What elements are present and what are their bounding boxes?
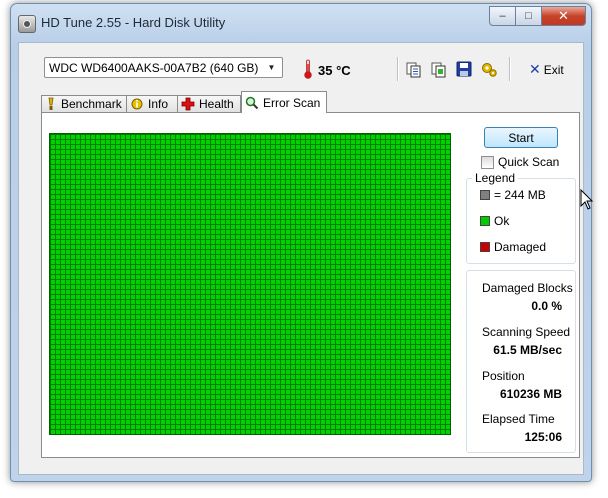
save-icon[interactable] <box>455 60 473 78</box>
scanning-speed-label: Scanning Speed <box>482 325 571 339</box>
damaged-blocks-value: 0.0 % <box>531 299 562 313</box>
legend-item-block-size: = 244 MB <box>480 188 546 202</box>
tab-error-scan[interactable]: Error Scan <box>241 91 327 113</box>
info-icon <box>130 97 144 111</box>
toolbar-separator <box>509 57 511 81</box>
elapsed-time-value: 125:06 <box>524 430 562 444</box>
toolbar-separator <box>397 57 399 81</box>
thermometer-icon <box>304 59 312 79</box>
benchmark-icon <box>45 97 57 111</box>
quick-scan-checkbox-row[interactable]: Quick Scan <box>481 155 559 169</box>
main-panel: WDC WD6400AAKS-00A7B2 (640 GB) ▼ 35 °C ✕… <box>18 42 584 475</box>
exit-label: Exit <box>543 62 564 77</box>
hd-tune-app-icon[interactable] <box>18 15 36 33</box>
tab-health[interactable]: Health <box>177 95 241 112</box>
legend-swatch-red <box>480 242 490 252</box>
tab-error-scan-label: Error Scan <box>263 95 321 110</box>
close-button[interactable]: ✕ <box>542 6 586 26</box>
scanning-speed-value: 61.5 MB/sec <box>493 343 562 357</box>
legend-swatch-green <box>480 216 490 226</box>
tab-info[interactable]: Info <box>126 95 178 112</box>
window-title: HD Tune 2.55 - Hard Disk Utility <box>41 15 226 30</box>
exit-button[interactable]: ✕ Exit <box>529 61 564 78</box>
legend-swatch-gray <box>480 190 490 200</box>
app-window: HD Tune 2.55 - Hard Disk Utility – □ ✕ W… <box>10 3 592 482</box>
legend-item-ok: Ok <box>480 214 509 228</box>
position-value: 610236 MB <box>499 387 562 401</box>
health-icon <box>181 97 195 111</box>
options-icon[interactable] <box>480 60 498 78</box>
position-label: Position <box>482 369 525 383</box>
copy-text-icon[interactable] <box>405 60 423 78</box>
start-button[interactable]: Start <box>484 127 558 148</box>
tab-benchmark-label: Benchmark <box>61 97 122 111</box>
legend-title: Legend <box>472 171 519 185</box>
caption-buttons: – □ ✕ <box>489 6 586 26</box>
elapsed-time-label: Elapsed Time <box>482 412 555 426</box>
exit-icon: ✕ <box>529 61 541 77</box>
legend-item-label: = 244 MB <box>494 188 546 202</box>
title-bar[interactable]: HD Tune 2.55 - Hard Disk Utility – □ ✕ <box>11 4 591 42</box>
quick-scan-label: Quick Scan <box>498 155 560 169</box>
tab-info-label: Info <box>148 97 169 111</box>
magnifier-icon <box>245 96 259 110</box>
temperature-readout: 35 °C <box>318 63 351 78</box>
copy-screenshot-icon[interactable] <box>430 60 448 78</box>
tab-benchmark[interactable]: Benchmark <box>41 95 127 112</box>
minimize-button[interactable]: – <box>489 6 516 26</box>
drive-dropdown[interactable]: WDC WD6400AAKS-00A7B2 (640 GB) ▼ <box>44 57 283 78</box>
legend-item-damaged: Damaged <box>480 240 546 254</box>
quick-scan-checkbox[interactable] <box>481 155 494 169</box>
legend-item-label: Damaged <box>494 240 547 254</box>
drive-dropdown-value: WDC WD6400AAKS-00A7B2 (640 GB) <box>49 61 259 75</box>
scan-block-map <box>49 133 451 435</box>
legend-item-label: Ok <box>494 214 510 228</box>
error-scan-panel: Start Quick Scan Legend = 244 MB Ok Dama… <box>41 112 580 458</box>
damaged-blocks-label: Damaged Blocks <box>482 281 573 295</box>
mouse-cursor-icon <box>580 189 594 210</box>
maximize-button[interactable]: □ <box>516 6 542 26</box>
tab-health-label: Health <box>199 97 234 111</box>
chevron-down-icon[interactable]: ▼ <box>264 60 279 75</box>
